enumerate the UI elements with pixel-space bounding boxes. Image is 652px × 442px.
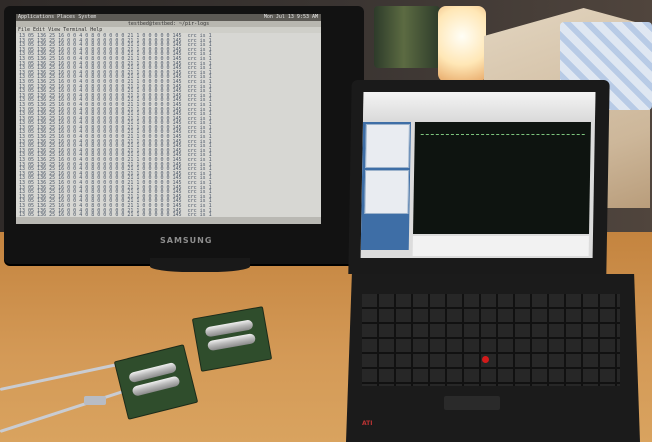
monitor-screen: Applications Places System Mon Jul 13 9:… (16, 14, 321, 224)
panel-clock: Mon Jul 13 9:53 AM (263, 14, 318, 20)
laptop-base: ATI (346, 274, 640, 442)
monitor-stand (150, 258, 250, 272)
external-monitor: Applications Places System Mon Jul 13 9:… (4, 6, 364, 264)
desktop-top-panel: Applications Places System Mon Jul 13 9:… (16, 14, 321, 21)
desk-lamp (438, 6, 486, 82)
touchpad-buttons[interactable] (444, 396, 500, 410)
keyboard[interactable] (362, 294, 620, 386)
settings-panel[interactable] (365, 124, 410, 168)
desktop-taskbar[interactable] (16, 217, 321, 224)
trackpoint[interactable] (482, 356, 489, 363)
keyboard-rows (362, 294, 620, 386)
laptop-plot (413, 122, 591, 234)
laptop-app-toolbar[interactable] (362, 92, 596, 122)
laptop-screen (360, 92, 596, 258)
options-panel[interactable] (364, 170, 410, 214)
laptop-brand-sticker: ATI (362, 420, 373, 427)
usb-plug-1 (84, 396, 106, 405)
laptop-side-panel (360, 122, 411, 250)
plot-line (420, 134, 585, 135)
laptop-log-area (412, 236, 589, 256)
desk-photo: Applications Places System Mon Jul 13 9:… (0, 0, 652, 442)
monitor-brand: SAMSUNG (160, 236, 213, 245)
panel-menus[interactable]: Applications Places System (18, 14, 96, 20)
laptop-lid (348, 80, 610, 274)
tin-can (374, 6, 440, 68)
terminal-output: 13 05 136 25 16 0 0 4 0 8 0 0 0 0 0 21 1… (16, 33, 321, 224)
